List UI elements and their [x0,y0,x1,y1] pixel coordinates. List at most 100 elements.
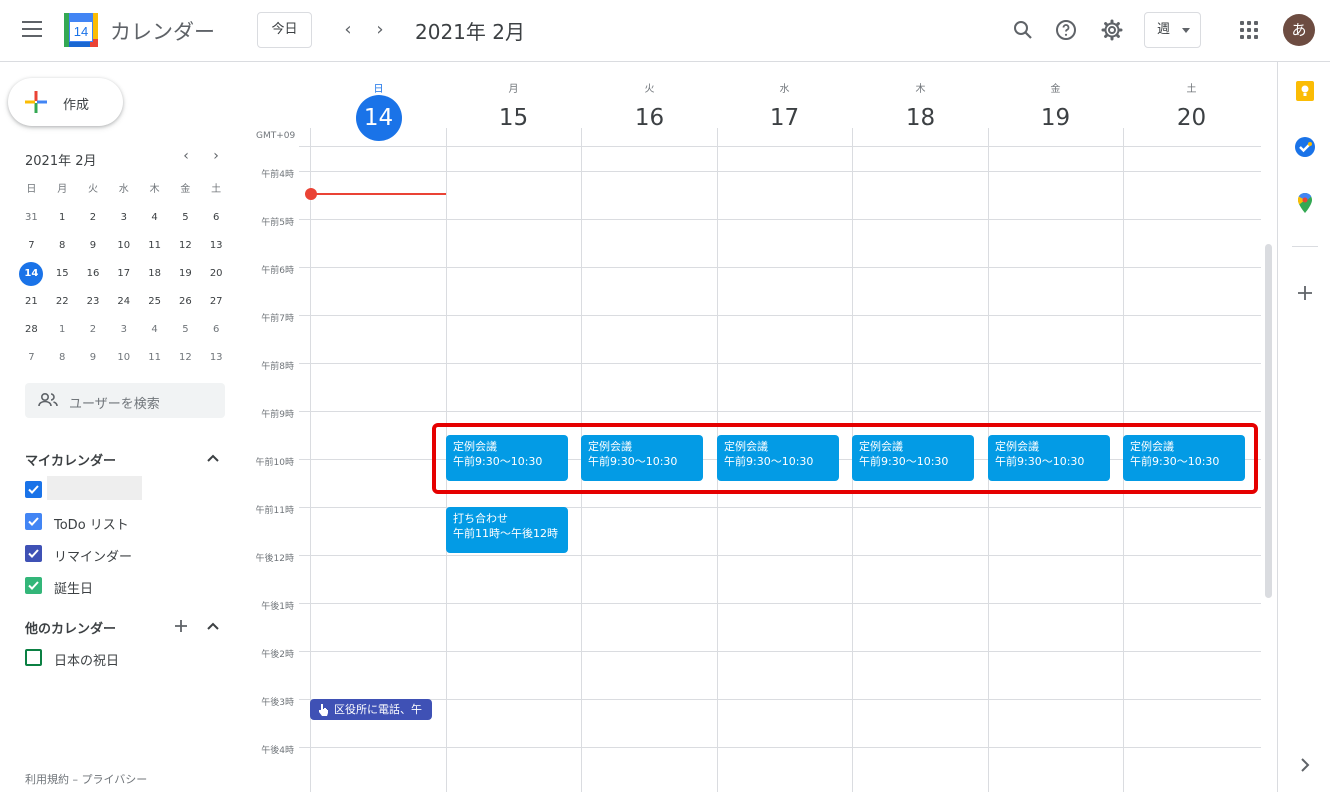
mini-day[interactable]: 4 [139,316,170,344]
time-label: 午後4時 [261,746,294,756]
task-title: 区役所に電話、午 [334,703,422,716]
view-select[interactable]: 週 [1144,12,1201,48]
next-week-button[interactable]: › [370,18,390,42]
footer-links[interactable]: 利用規約 – プライバシー [25,771,147,787]
search-icon[interactable] [1011,18,1035,42]
mini-day[interactable]: 9 [78,344,109,372]
mini-calendar-week: 28 1 2 3 4 5 6 [16,316,232,344]
mini-day[interactable]: 7 [16,232,47,260]
previous-week-button[interactable]: ‹ [338,18,358,42]
main-menu-icon[interactable] [22,21,42,39]
mini-day[interactable]: 26 [170,288,201,316]
mini-day[interactable]: 24 [108,288,139,316]
mini-day[interactable]: 4 [139,204,170,232]
mini-day[interactable]: 1 [47,316,78,344]
mini-day[interactable]: 16 [78,260,109,288]
mini-day[interactable]: 12 [170,344,201,372]
tasks-icon[interactable] [1294,136,1316,158]
checkbox-checked[interactable] [25,481,42,498]
day-number-today[interactable]: 14 [311,95,446,141]
calendar-item-label: リマインダー [54,550,133,565]
mini-day[interactable]: 1 [47,204,78,232]
calendar-item-todo[interactable]: ToDo リスト [25,512,225,533]
mini-day[interactable]: 12 [170,232,201,260]
mini-day[interactable]: 22 [47,288,78,316]
mini-day[interactable]: 17 [108,260,139,288]
add-addon-icon[interactable] [1294,282,1316,304]
mini-day-today[interactable]: 14 [16,260,47,288]
calendar-item-reminders[interactable]: リマインダー [25,544,225,565]
add-calendar-icon[interactable] [174,619,188,633]
mini-calendar-next-button[interactable]: › [208,148,224,166]
calendar-item-japan-holidays[interactable]: 日本の祝日 [25,648,225,669]
time-label: 午前5時 [261,218,294,228]
day-number[interactable]: 19 [988,100,1123,136]
event-uchiawase[interactable]: 打ち合わせ 午前11時〜午後12時 [446,507,568,553]
mini-day[interactable]: 11 [139,232,170,260]
people-icon [38,392,58,407]
create-button[interactable]: 作成 [8,78,123,126]
mini-day[interactable]: 3 [108,204,139,232]
search-users-input[interactable]: ユーザーを検索 [25,383,225,418]
mini-day[interactable]: 31 [16,204,47,232]
chevron-up-icon[interactable] [206,619,220,633]
chevron-up-icon[interactable] [206,451,220,465]
mini-day[interactable]: 8 [47,344,78,372]
check-icon [28,485,39,494]
checkbox-checked[interactable] [25,513,42,530]
calendar-item-primary[interactable] [25,476,225,500]
mini-day[interactable]: 23 [78,288,109,316]
mini-day[interactable]: 21 [16,288,47,316]
today-button[interactable]: 今日 [257,12,312,48]
mini-day[interactable]: 2 [78,204,109,232]
mini-day[interactable]: 2 [78,316,109,344]
mini-day[interactable]: 5 [170,316,201,344]
mini-day[interactable]: 8 [47,232,78,260]
chevron-right-icon[interactable] [1294,754,1316,776]
mini-day[interactable]: 3 [108,316,139,344]
mini-weekday: 水 [118,184,129,195]
mini-day[interactable]: 13 [201,344,232,372]
mini-day[interactable]: 7 [16,344,47,372]
help-icon[interactable] [1054,18,1078,42]
day-number[interactable]: 16 [582,100,717,136]
maps-icon[interactable] [1294,192,1316,214]
account-avatar[interactable]: あ [1283,14,1315,46]
vertical-scrollbar[interactable] [1265,244,1272,598]
event-title: 打ち合わせ [453,512,508,525]
mini-day[interactable]: 27 [201,288,232,316]
calendar-item-birthdays[interactable]: 誕生日 [25,576,225,597]
keep-icon[interactable] [1294,80,1316,102]
mini-day[interactable]: 10 [108,232,139,260]
checkbox-unchecked[interactable] [25,649,42,666]
mini-day[interactable]: 6 [201,204,232,232]
mini-day[interactable]: 25 [139,288,170,316]
mini-day[interactable]: 28 [16,316,47,344]
mini-weekday: 月 [57,184,68,195]
my-calendars-title[interactable]: マイカレンダー [25,450,116,469]
time-label: 午前6時 [261,266,294,276]
mini-day[interactable]: 11 [139,344,170,372]
checkbox-checked[interactable] [25,545,42,562]
day-number[interactable]: 17 [717,100,852,136]
mini-day[interactable]: 18 [139,260,170,288]
task-event[interactable]: 区役所に電話、午 [310,699,432,720]
day-number[interactable]: 15 [446,100,581,136]
mini-day[interactable]: 5 [170,204,201,232]
day-number[interactable]: 20 [1124,100,1259,136]
google-apps-icon[interactable] [1240,21,1258,39]
mini-weekday: 木 [149,184,160,195]
mini-day[interactable]: 9 [78,232,109,260]
mini-day[interactable]: 19 [170,260,201,288]
mini-day[interactable]: 10 [108,344,139,372]
mini-day[interactable]: 13 [201,232,232,260]
mini-day[interactable]: 20 [201,260,232,288]
mini-calendar-prev-button[interactable]: ‹ [178,148,194,166]
mini-day[interactable]: 15 [47,260,78,288]
other-calendars-title[interactable]: 他のカレンダー [25,618,116,637]
mini-day[interactable]: 6 [201,316,232,344]
time-label: 午後2時 [261,650,294,660]
settings-gear-icon[interactable] [1100,18,1124,42]
checkbox-checked[interactable] [25,577,42,594]
day-number[interactable]: 18 [853,100,988,136]
